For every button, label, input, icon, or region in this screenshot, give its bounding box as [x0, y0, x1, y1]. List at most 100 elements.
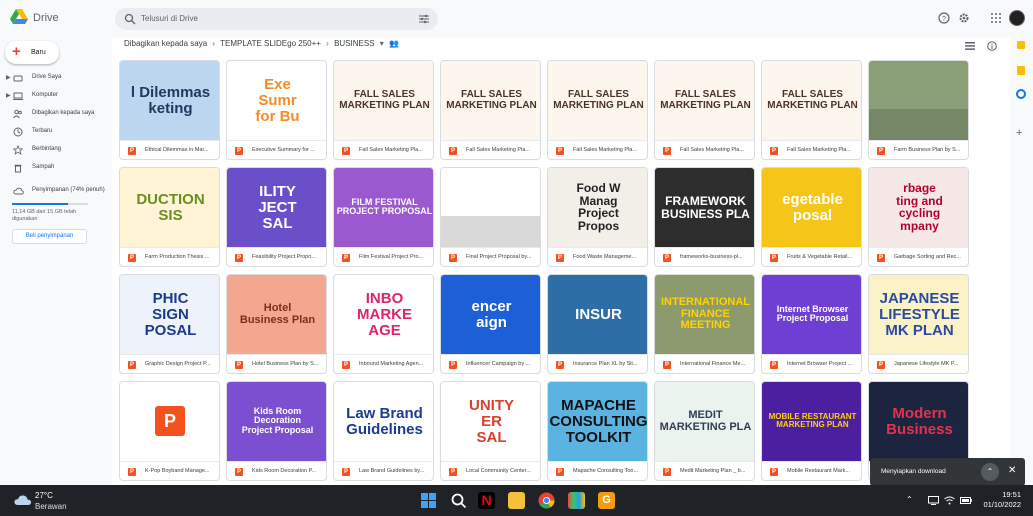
app-name[interactable]: Drive — [33, 12, 59, 24]
search-input[interactable]: Telusuri di Drive — [141, 14, 198, 23]
file-thumbnail[interactable]: Kids Room Decoration Project Proposal — [227, 382, 326, 461]
new-button[interactable]: + Baru — [5, 41, 59, 64]
file-thumbnail[interactable] — [441, 168, 540, 247]
file-caption[interactable]: P Mobile Restaurant Mark... — [762, 461, 861, 480]
file-card[interactable]: FALL SALES MARKETING PLAN P Fall Sales Mar… — [547, 60, 648, 160]
file-thumbnail[interactable]: Modern Business — [869, 382, 968, 461]
file-caption[interactable]: P Influencer Campaign by ... — [441, 354, 540, 373]
battery-icon[interactable] — [960, 497, 972, 504]
app-icon[interactable]: G — [598, 492, 615, 509]
file-card[interactable]: JAPANESE LIFESTYLE MK PLAN P Japanese Life… — [868, 274, 969, 374]
file-thumbnail[interactable]: FALL SALES MARKETING PLAN — [548, 61, 647, 140]
file-card[interactable]: encer aign P Influencer Campaign by ... — [440, 274, 541, 374]
keep-icon[interactable] — [1017, 66, 1025, 75]
apps-grid-icon[interactable] — [990, 12, 1002, 24]
breadcrumb-item-current[interactable]: BUSINESS — [334, 39, 374, 48]
file-caption[interactable]: P Internet Browser Project ... — [762, 354, 861, 373]
file-thumbnail[interactable]: Law Brand Guidelines — [334, 382, 433, 461]
expand-caret-icon[interactable]: ▶ — [6, 74, 11, 81]
file-thumbnail[interactable]: INBO MARKE AGE — [334, 275, 433, 354]
breadcrumb-item[interactable]: TEMPLATE SLIDEgo 250++ — [220, 39, 321, 48]
chevron-up-icon[interactable]: ⌃ — [906, 495, 913, 504]
file-card[interactable]: MOBILE RESTAURANT MARKETING PLAN P Mobile … — [761, 381, 862, 481]
file-thumbnail[interactable]: encer aign — [441, 275, 540, 354]
file-caption[interactable]: P Fall Sales Marketing Pla... — [548, 140, 647, 159]
file-card[interactable]: INSUR P Insurance Plan XL by Sli... — [547, 274, 648, 374]
file-caption[interactable]: P Feasibility Project Propo... — [227, 247, 326, 266]
file-card[interactable]: rbage ting and cycling mpany P Garbage Sor… — [868, 167, 969, 267]
file-caption[interactable]: P Mapache Consulting Too... — [548, 461, 647, 480]
file-card[interactable]: FALL SALES MARKETING PLAN P Fall Sales Mar… — [333, 60, 434, 160]
buy-storage-button[interactable]: Beli penyimpanan — [12, 229, 87, 244]
file-card[interactable]: INTERNATIONAL FINANCE MEETING P Internatio… — [654, 274, 755, 374]
file-thumbnail[interactable]: INTERNATIONAL FINANCE MEETING — [655, 275, 754, 354]
sidebar-item-computers[interactable]: ▶ Komputer — [0, 88, 112, 104]
file-caption[interactable]: P Farm Production Thesis ... — [120, 247, 219, 266]
file-thumbnail[interactable]: FALL SALES MARKETING PLAN — [441, 61, 540, 140]
list-view-icon[interactable] — [965, 41, 975, 51]
file-caption[interactable]: P Graphic Design Project P... — [120, 354, 219, 373]
file-caption[interactable]: P Film Festival Project Pro... — [334, 247, 433, 266]
file-thumbnail[interactable]: l Dilemmas keting — [120, 61, 219, 140]
file-card[interactable]: P P K-Pop Boyband Manage... — [119, 381, 220, 481]
expand-caret-icon[interactable]: ▶ — [6, 92, 11, 99]
file-card[interactable]: MAPACHE CONSULTING TOOLKIT P Mapache Consu… — [547, 381, 648, 481]
search-icon[interactable] — [124, 13, 136, 25]
file-card[interactable]: INBO MARKE AGE P Inbound Marketing Agen... — [333, 274, 434, 374]
avatar[interactable] — [1009, 10, 1025, 26]
file-caption[interactable]: P Fall Sales Marketing Pla... — [762, 140, 861, 159]
file-card[interactable]: l Dilemmas keting P Ethical Dilemmas in Ma… — [119, 60, 220, 160]
file-card[interactable]: Internet Browser Project Proposal P Intern… — [761, 274, 862, 374]
file-card[interactable]: UNITY ER SAL P Local Community Center... — [440, 381, 541, 481]
windows-start-icon[interactable] — [420, 492, 437, 509]
file-caption[interactable]: P Food Waste Manageme... — [548, 247, 647, 266]
search-options-icon[interactable] — [418, 13, 430, 25]
sidebar-item-starred[interactable]: Berbintang — [0, 142, 112, 158]
file-card[interactable]: Food W Manag Project Propos P Food Waste M… — [547, 167, 648, 267]
add-addon-icon[interactable]: + — [1016, 127, 1022, 139]
file-card[interactable]: egetable posal P Fruits & Vegetable Retail… — [761, 167, 862, 267]
file-thumbnail[interactable]: INSUR — [548, 275, 647, 354]
file-explorer-icon[interactable] — [508, 492, 525, 509]
netflix-icon[interactable]: N — [478, 492, 495, 509]
file-card[interactable]: FALL SALES MARKETING PLAN P Fall Sales Mar… — [654, 60, 755, 160]
file-card[interactable]: Kids Room Decoration Project Proposal P Ki… — [226, 381, 327, 481]
file-thumbnail[interactable]: FALL SALES MARKETING PLAN — [762, 61, 861, 140]
file-thumbnail[interactable]: Hotel Business Plan — [227, 275, 326, 354]
breadcrumb-item[interactable]: Dibagikan kepada saya — [124, 39, 207, 48]
system-clock[interactable]: 19:51 01/10/2022 — [983, 490, 1021, 510]
chevron-down-icon[interactable]: ▾ — [380, 39, 384, 48]
file-card[interactable]: FALL SALES MARKETING PLAN P Fall Sales Mar… — [761, 60, 862, 160]
file-caption[interactable]: P Japanese Lifestyle MK P... — [869, 354, 968, 373]
file-card[interactable]: Hotel Business Plan P Hotel Business Plan … — [226, 274, 327, 374]
file-caption[interactable]: P Fall Sales Marketing Pla... — [334, 140, 433, 159]
calendar-icon[interactable] — [1017, 41, 1025, 49]
file-thumbnail[interactable]: JAPANESE LIFESTYLE MK PLAN — [869, 275, 968, 354]
file-thumbnail[interactable] — [869, 61, 968, 140]
file-thumbnail[interactable]: ILITY JECT SAL — [227, 168, 326, 247]
file-caption[interactable]: P Fall Sales Marketing Pla... — [441, 140, 540, 159]
file-thumbnail[interactable]: FALL SALES MARKETING PLAN — [334, 61, 433, 140]
drive-logo-icon[interactable] — [10, 9, 28, 25]
file-thumbnail[interactable]: MEDIT MARKETING PLA — [655, 382, 754, 461]
file-card[interactable]: P Final Project Proposal by... — [440, 167, 541, 267]
file-thumbnail[interactable]: rbage ting and cycling mpany — [869, 168, 968, 247]
file-thumbnail[interactable]: DUCTION SIS — [120, 168, 219, 247]
file-thumbnail[interactable]: PHIC SIGN POSAL — [120, 275, 219, 354]
file-thumbnail[interactable]: egetable posal — [762, 168, 861, 247]
file-card[interactable]: ILITY JECT SAL P Feasibility Project Propo… — [226, 167, 327, 267]
file-thumbnail[interactable]: UNITY ER SAL — [441, 382, 540, 461]
file-caption[interactable]: P Fall Sales Marketing Pla... — [655, 140, 754, 159]
file-caption[interactable]: P Farm Business Plan by S... — [869, 140, 968, 159]
file-caption[interactable]: P Medit Marketing Plan _ b... — [655, 461, 754, 480]
chrome-icon[interactable] — [538, 492, 555, 509]
settings-icon[interactable] — [958, 12, 970, 24]
file-card[interactable]: FRAMEWORK BUSINESS PLA Pframeworks-busine… — [654, 167, 755, 267]
sidebar-item-shared[interactable]: Dibagikan kepada saya — [0, 106, 112, 122]
file-thumbnail[interactable]: FALL SALES MARKETING PLAN — [655, 61, 754, 140]
sidebar-item-recent[interactable]: Terbaru — [0, 124, 112, 140]
wifi-icon[interactable] — [944, 496, 955, 505]
info-icon[interactable] — [987, 41, 997, 51]
file-card[interactable]: MEDIT MARKETING PLA P Medit Marketing Plan… — [654, 381, 755, 481]
file-card[interactable]: Law Brand Guidelines P Law Brand Guideline… — [333, 381, 434, 481]
